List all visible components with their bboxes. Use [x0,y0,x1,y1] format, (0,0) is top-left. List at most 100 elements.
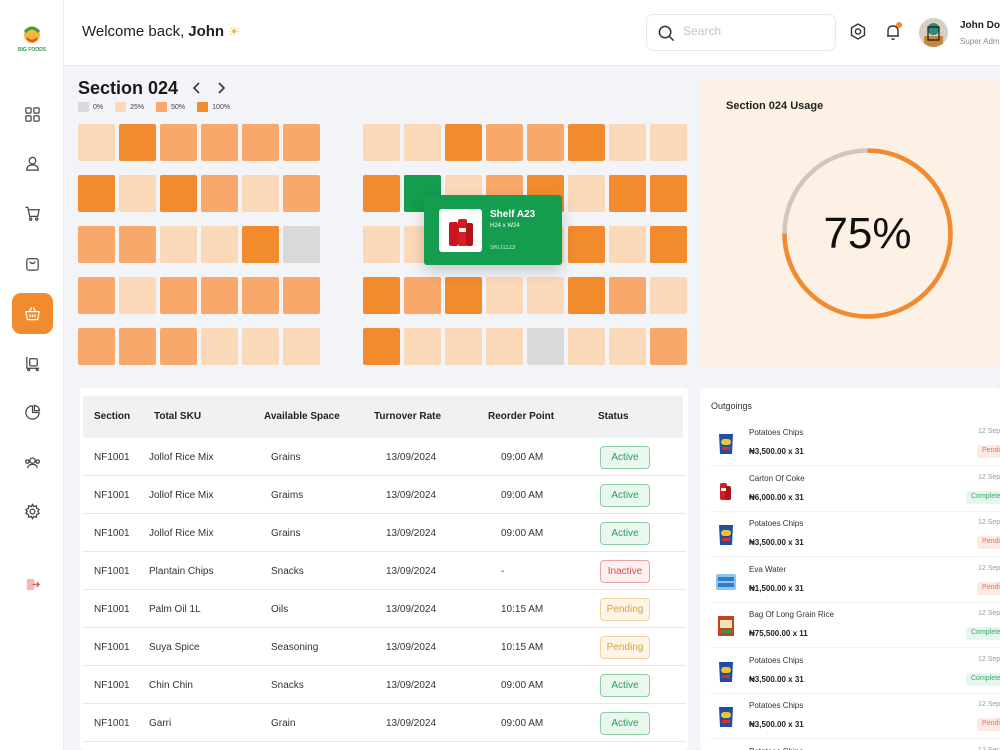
shelf-cell[interactable] [160,124,197,161]
shelf-cell[interactable] [283,175,320,212]
shelf-cell[interactable] [609,226,646,263]
shelf-cell[interactable] [363,175,400,212]
shelf-cell[interactable] [242,328,279,365]
shelf-cell[interactable] [527,277,564,314]
list-item[interactable]: Potatoes Chips ₦3,500.00 x 31 12 Sep Pendin… [711,512,1000,557]
nav-logistics[interactable] [12,343,53,384]
shelf-cell[interactable] [568,277,605,314]
shelf-cell[interactable] [160,175,197,212]
col-section[interactable]: Section [94,411,130,422]
col-turnover-rate[interactable]: Turnover Rate [374,411,441,422]
shelf-cell[interactable] [119,175,156,212]
shelf-cell[interactable] [404,328,441,365]
shelf-cell[interactable] [568,226,605,263]
shelf-cell[interactable] [568,124,605,161]
shelf-cell[interactable] [78,328,115,365]
list-item[interactable]: Carton Of Coke ₦6,000.00 x 31 12 Sep Comple… [711,467,1000,512]
nav-inventory[interactable] [12,293,53,334]
shelf-cell[interactable] [363,226,400,263]
shelf-cell[interactable] [609,277,646,314]
shelf-cell[interactable] [119,277,156,314]
list-item[interactable]: Potatoes Chips ₦3,500.00 x 31 12 Sep Pendin… [711,421,1000,466]
shelf-cell[interactable] [119,124,156,161]
col-available-space[interactable]: Available Space [264,411,340,422]
shelf-cell[interactable] [78,124,115,161]
shelf-cell[interactable] [201,124,238,161]
shelf-cell[interactable] [160,328,197,365]
search-box[interactable] [646,14,836,51]
logout-button[interactable] [12,564,53,605]
shelf-cell[interactable] [242,124,279,161]
chevron-left-icon[interactable] [190,81,204,95]
shelf-cell[interactable] [283,226,320,263]
shelf-cell[interactable] [363,124,400,161]
shelf-cell[interactable] [283,277,320,314]
table-row[interactable]: NF1001 Palm Oil 1L Oils 13/09/2024 10:15 AM P… [83,590,686,628]
shelf-cell[interactable] [242,175,279,212]
shelf-cell[interactable] [445,277,482,314]
shelf-cell[interactable] [201,175,238,212]
shelf-cell[interactable] [527,328,564,365]
table-row[interactable]: NF1001 Plantain Chips Snacks 13/09/2024 - Ina… [83,552,686,590]
table-row[interactable]: NF1001 Jollof Rice Mix Graims 13/09/2024 09:… [83,476,686,514]
chevron-right-icon[interactable] [214,81,228,95]
shelf-cell[interactable] [201,328,238,365]
shelf-cell[interactable] [404,277,441,314]
shelf-cell[interactable] [201,277,238,314]
shelf-cell[interactable] [650,277,687,314]
shelf-cell[interactable] [242,277,279,314]
nav-settings[interactable] [12,491,53,532]
shelf-cell[interactable] [609,124,646,161]
shelf-cell[interactable] [78,226,115,263]
nav-products[interactable] [12,243,53,284]
list-item[interactable]: Eva Water ₦1,500.00 x 31 12 Sep Pending [711,558,1000,603]
shelf-cell[interactable] [283,124,320,161]
shelf-cell[interactable] [78,175,115,212]
shelf-cell[interactable] [609,175,646,212]
shelf-cell[interactable] [242,226,279,263]
table-row[interactable]: NF1001 Garri Grain 13/09/2024 09:00 AM Active [83,704,686,742]
brand-logo[interactable]: BIG FOODS [15,22,49,56]
shelf-cell[interactable] [363,328,400,365]
shelf-cell[interactable] [486,328,523,365]
col-status[interactable]: Status [598,411,629,422]
avatar[interactable] [919,18,948,47]
shelf-cell[interactable] [650,175,687,212]
table-row[interactable]: NF1001 Jollof Rice Mix Grains 13/09/2024 09:… [83,438,686,476]
shelf-cell[interactable] [445,124,482,161]
nav-users[interactable] [12,143,53,184]
shelf-cell[interactable] [160,226,197,263]
shelf-cell[interactable] [404,124,441,161]
shelf-cell[interactable] [486,277,523,314]
col-total-sku[interactable]: Total SKU [154,411,201,422]
shelf-cell[interactable] [363,277,400,314]
shelf-cell[interactable] [445,328,482,365]
shelf-cell[interactable] [568,328,605,365]
search-input[interactable] [683,24,823,38]
shelf-cell[interactable] [486,124,523,161]
shelf-cell[interactable] [568,175,605,212]
shelf-cell[interactable] [201,226,238,263]
table-row[interactable]: NF1001 Suya Spice Seasoning 13/09/2024 10:15… [83,628,686,666]
shelf-cell[interactable] [160,277,197,314]
settings-icon[interactable] [848,22,868,42]
shelf-cell[interactable] [78,277,115,314]
nav-dashboard[interactable] [12,94,53,135]
table-row[interactable]: NF1001 Chin Chin Snacks 13/09/2024 09:00 AM A… [83,666,686,704]
nav-orders[interactable] [12,193,53,234]
shelf-cell[interactable] [650,124,687,161]
shelf-cell[interactable] [119,226,156,263]
shelf-cell[interactable] [650,226,687,263]
list-item[interactable]: Potatoes Chips 12 Sep [711,740,1000,750]
shelf-cell[interactable] [527,124,564,161]
list-item[interactable]: Potatoes Chips ₦3,500.00 x 31 12 Sep Pendin… [711,694,1000,739]
shelf-cell[interactable] [609,328,646,365]
shelf-cell[interactable] [119,328,156,365]
table-row[interactable]: NF1001 Jollof Rice Mix Grains 13/09/2024 09:… [83,514,686,552]
shelf-cell[interactable] [283,328,320,365]
list-item[interactable]: Bag Of Long Grain Rice ₦75,500.00 x 11 12 … [711,603,1000,648]
col-reorder-point[interactable]: Reorder Point [488,411,554,422]
nav-reports[interactable] [12,392,53,433]
shelf-cell[interactable] [650,328,687,365]
list-item[interactable]: Potatoes Chips ₦3,500.00 x 31 12 Sep Comple… [711,649,1000,694]
